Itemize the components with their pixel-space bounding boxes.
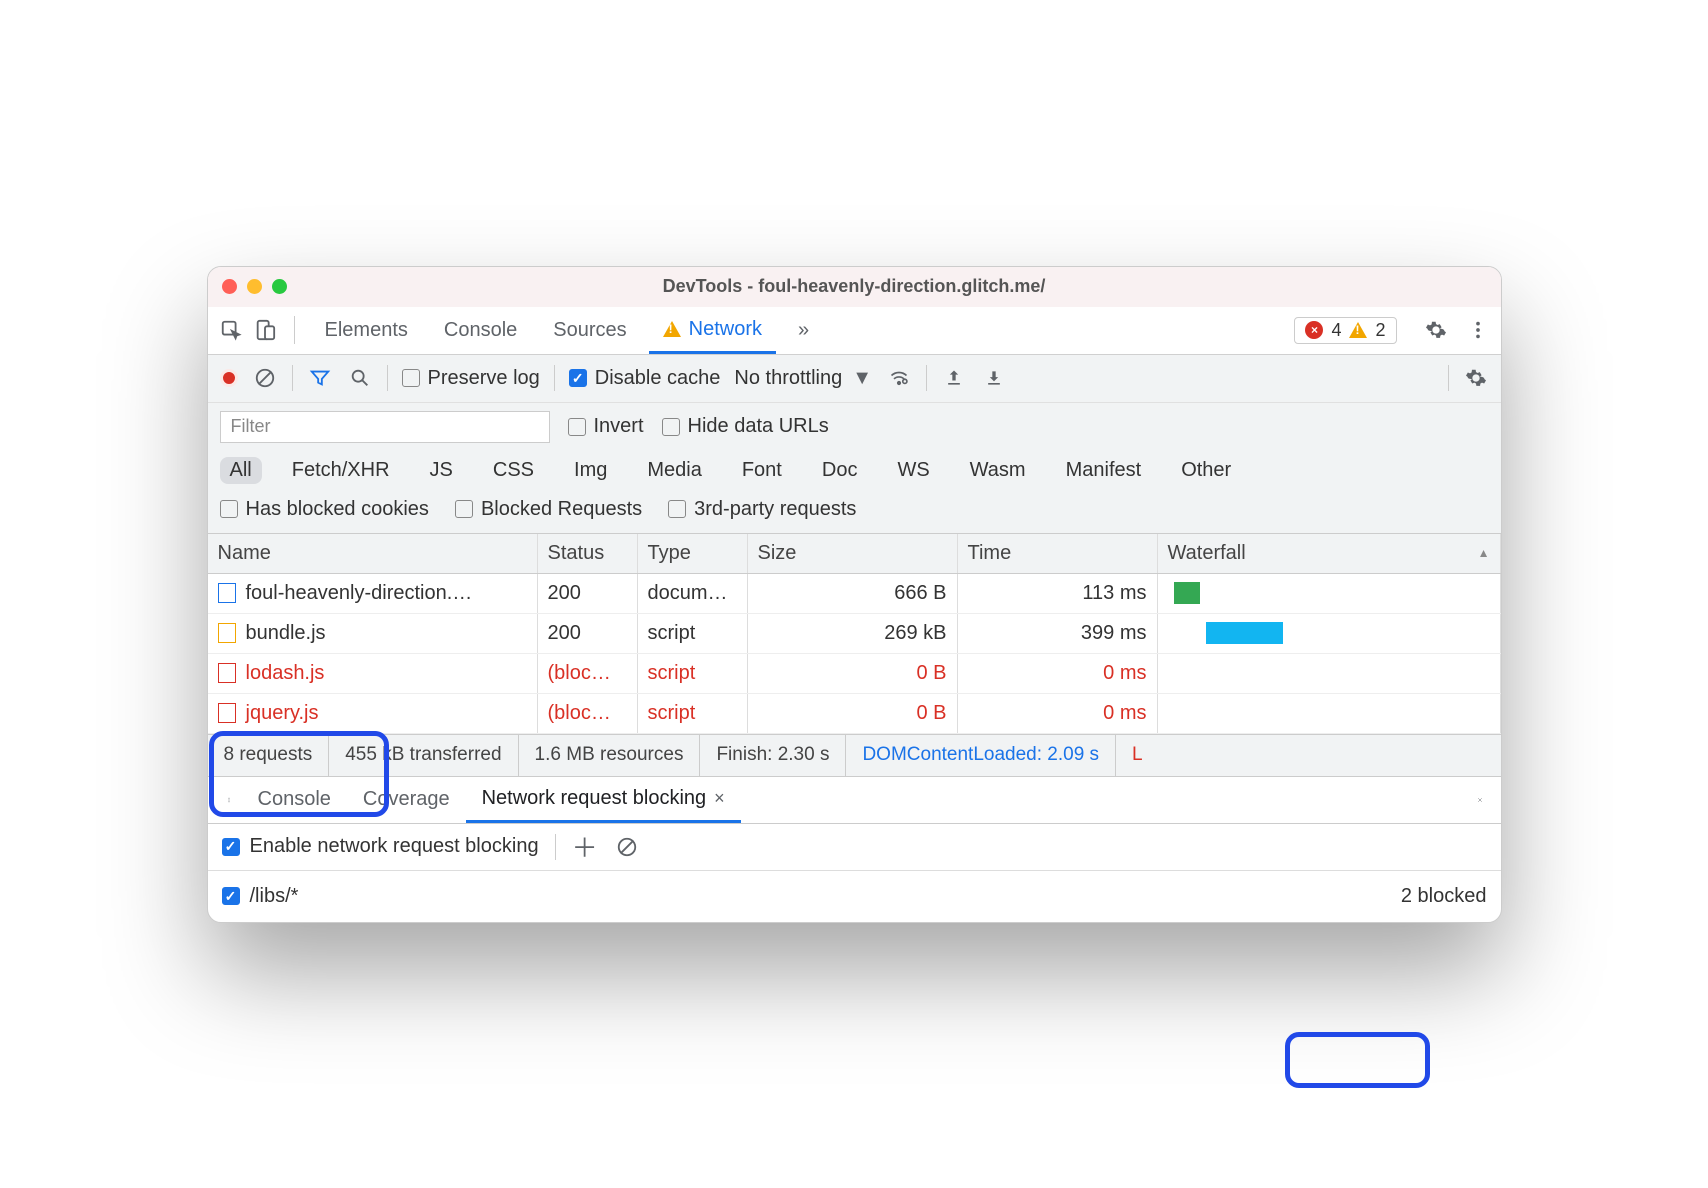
- table-row[interactable]: lodash.js(bloc…script0 B0 ms: [208, 654, 1501, 694]
- col-size[interactable]: Size: [748, 534, 958, 573]
- main-tab-bar: Elements Console Sources Network » × 4 2: [208, 307, 1501, 355]
- network-toolbar: Preserve log Disable cache No throttling…: [208, 355, 1501, 403]
- filter-icon[interactable]: [307, 365, 333, 391]
- devtools-window: DevTools - foul-heavenly-direction.glitc…: [207, 266, 1502, 923]
- warning-count: 2: [1375, 320, 1385, 341]
- summary-requests: 8 requests: [208, 735, 330, 776]
- gear-icon[interactable]: [1423, 317, 1449, 343]
- col-time[interactable]: Time: [958, 534, 1158, 573]
- chevron-down-icon: ▼: [852, 367, 872, 390]
- upload-har-icon[interactable]: [941, 365, 967, 391]
- close-drawer-icon[interactable]: [1467, 787, 1493, 813]
- tab-console[interactable]: Console: [430, 307, 531, 354]
- record-button[interactable]: [220, 369, 238, 387]
- blocking-pattern-row[interactable]: /libs/* 2 blocked: [208, 871, 1501, 922]
- drawer-tab-bar: Console Coverage Network request blockin…: [208, 776, 1501, 824]
- blocked-count: 2 blocked: [1401, 885, 1487, 908]
- summary-transferred: 455 kB transferred: [329, 735, 518, 776]
- summary-resources: 1.6 MB resources: [519, 735, 701, 776]
- issue-counter[interactable]: × 4 2: [1294, 317, 1396, 344]
- tab-sources[interactable]: Sources: [539, 307, 640, 354]
- hide-data-urls-checkbox[interactable]: Hide data URLs: [662, 415, 829, 438]
- error-count: 4: [1331, 320, 1341, 341]
- device-toggle-icon[interactable]: [252, 317, 278, 343]
- type-js[interactable]: JS: [420, 457, 463, 484]
- preserve-log-checkbox[interactable]: Preserve log: [402, 367, 540, 390]
- extra-filters: Has blocked cookies Blocked Requests 3rd…: [208, 490, 1501, 534]
- drawer-tab-console[interactable]: Console: [242, 777, 347, 823]
- type-all[interactable]: All: [220, 457, 262, 484]
- table-row[interactable]: bundle.js200script269 kB399 ms: [208, 614, 1501, 654]
- col-type[interactable]: Type: [638, 534, 748, 573]
- blocked-requests-checkbox[interactable]: Blocked Requests: [455, 498, 642, 521]
- table-header: Name Status Type Size Time Waterfall: [208, 534, 1501, 574]
- annotation-highlight: [1285, 1032, 1430, 1088]
- type-doc[interactable]: Doc: [812, 457, 868, 484]
- enable-blocking-checkbox[interactable]: Enable network request blocking: [222, 835, 539, 858]
- type-img[interactable]: Img: [564, 457, 617, 484]
- download-har-icon[interactable]: [981, 365, 1007, 391]
- summary-dcl: DOMContentLoaded: 2.09 s: [846, 735, 1116, 776]
- col-name[interactable]: Name: [208, 534, 538, 573]
- type-font[interactable]: Font: [732, 457, 792, 484]
- summary-load: L: [1116, 735, 1159, 776]
- pattern-checkbox[interactable]: [222, 887, 240, 905]
- window-title: DevTools - foul-heavenly-direction.glitc…: [208, 276, 1501, 297]
- type-other[interactable]: Other: [1171, 457, 1241, 484]
- search-icon[interactable]: [347, 365, 373, 391]
- col-status[interactable]: Status: [538, 534, 638, 573]
- blocked-cookies-checkbox[interactable]: Has blocked cookies: [220, 498, 429, 521]
- close-tab-icon[interactable]: ×: [714, 788, 725, 809]
- add-pattern-icon[interactable]: ＋: [572, 834, 598, 860]
- warning-icon: [1349, 322, 1367, 338]
- gear-icon[interactable]: [1463, 365, 1489, 391]
- disable-cache-checkbox[interactable]: Disable cache: [569, 367, 721, 390]
- file-icon: [218, 623, 236, 643]
- kebab-menu-icon[interactable]: [216, 787, 242, 813]
- file-icon: [218, 703, 236, 723]
- tab-network[interactable]: Network: [649, 307, 776, 354]
- invert-checkbox[interactable]: Invert: [568, 415, 644, 438]
- type-media[interactable]: Media: [637, 457, 711, 484]
- filter-input[interactable]: Filter: [220, 411, 550, 443]
- resource-type-filter: All Fetch/XHR JS CSS Img Media Font Doc …: [208, 451, 1501, 490]
- type-wasm[interactable]: Wasm: [960, 457, 1036, 484]
- filter-bar: Filter Invert Hide data URLs: [208, 403, 1501, 451]
- type-fetchxhr[interactable]: Fetch/XHR: [282, 457, 400, 484]
- inspect-icon[interactable]: [218, 317, 244, 343]
- warning-icon: [663, 321, 681, 337]
- clear-patterns-icon[interactable]: [614, 834, 640, 860]
- kebab-menu-icon[interactable]: [1465, 317, 1491, 343]
- col-waterfall[interactable]: Waterfall: [1158, 534, 1501, 573]
- request-table: Name Status Type Size Time Waterfall fou…: [208, 534, 1501, 734]
- table-row[interactable]: jquery.js(bloc…script0 B0 ms: [208, 694, 1501, 734]
- type-ws[interactable]: WS: [887, 457, 939, 484]
- table-row[interactable]: foul-heavenly-direction.…200docum…666 B1…: [208, 574, 1501, 614]
- drawer-tab-coverage[interactable]: Coverage: [347, 777, 466, 823]
- drawer-tab-blocking[interactable]: Network request blocking ×: [466, 777, 741, 823]
- third-party-checkbox[interactable]: 3rd-party requests: [668, 498, 856, 521]
- clear-icon[interactable]: [252, 365, 278, 391]
- blocking-controls: Enable network request blocking ＋: [208, 824, 1501, 871]
- type-css[interactable]: CSS: [483, 457, 544, 484]
- titlebar: DevTools - foul-heavenly-direction.glitc…: [208, 267, 1501, 307]
- pattern-text: /libs/*: [250, 885, 299, 908]
- file-icon: [218, 663, 236, 683]
- type-manifest[interactable]: Manifest: [1056, 457, 1152, 484]
- summary-finish: Finish: 2.30 s: [700, 735, 846, 776]
- network-conditions-icon[interactable]: [886, 365, 912, 391]
- file-icon: [218, 583, 236, 603]
- tabs-overflow[interactable]: »: [784, 307, 823, 354]
- throttling-select[interactable]: No throttling ▼: [734, 367, 872, 390]
- summary-bar: 8 requests 455 kB transferred 1.6 MB res…: [208, 734, 1501, 776]
- error-icon: ×: [1305, 321, 1323, 339]
- tab-elements[interactable]: Elements: [311, 307, 422, 354]
